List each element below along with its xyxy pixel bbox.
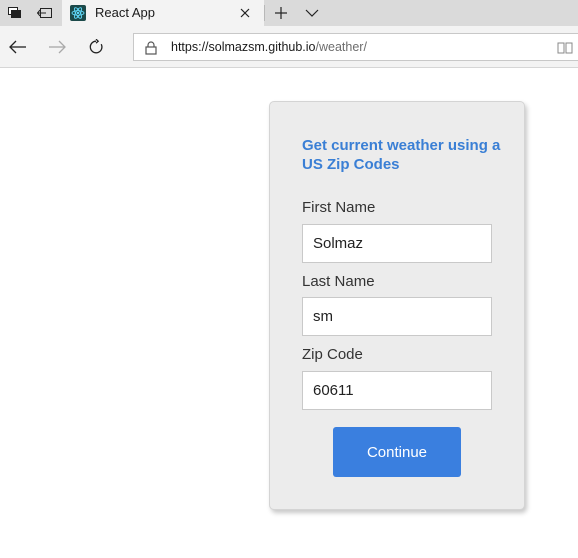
continue-button[interactable]: Continue [333, 427, 461, 477]
set-aside-tabs-icon[interactable] [30, 0, 60, 26]
first-name-field[interactable] [302, 224, 492, 263]
address-bar[interactable]: https://solmazsm.github.io/weather/ [133, 33, 578, 61]
url-origin: https://solmazsm.github.io [171, 40, 316, 54]
tab-divider [264, 5, 265, 21]
weather-form-card: Get current weather using a US Zip Codes… [269, 101, 525, 510]
tab-strip: React App [0, 0, 578, 26]
zip-code-field[interactable] [302, 371, 492, 410]
last-name-label: Last Name [302, 273, 375, 290]
last-name-field[interactable] [302, 297, 492, 336]
url-path: /weather/ [315, 40, 367, 54]
tab-title: React App [95, 5, 155, 20]
tab-react-app[interactable]: React App [62, 0, 264, 26]
back-arrow-icon[interactable] [1, 31, 35, 63]
navigation-bar: https://solmazsm.github.io/weather/ [0, 26, 578, 68]
forward-arrow-icon[interactable] [40, 31, 74, 63]
lock-icon[interactable] [142, 39, 160, 57]
tab-preview-icon[interactable] [0, 0, 30, 26]
zip-code-label: Zip Code [302, 346, 363, 363]
react-favicon-icon [70, 5, 86, 21]
close-icon[interactable] [235, 3, 255, 23]
chevron-down-icon[interactable] [297, 0, 327, 26]
url-text: https://solmazsm.github.io/weather/ [171, 40, 367, 54]
form-title: Get current weather using a US Zip Codes [302, 137, 501, 173]
plus-icon[interactable] [266, 0, 296, 26]
first-name-label: First Name [302, 199, 376, 216]
reading-view-icon[interactable] [556, 39, 574, 57]
refresh-icon[interactable] [79, 31, 113, 63]
